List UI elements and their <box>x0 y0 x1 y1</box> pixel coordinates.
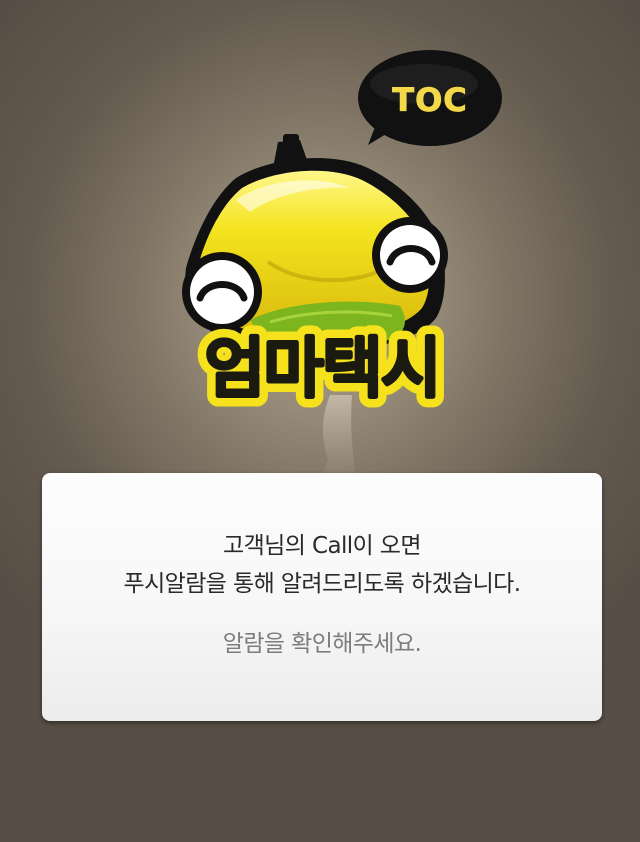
dialog-message-line-1: 고객님의 Call이 오면 <box>223 533 421 559</box>
push-alarm-dialog: 고객님의 Call이 오면 푸시알람을 통해 알려드리도록 하겠습니다. 알람을… <box>42 473 602 721</box>
speech-bubble-icon: TOC <box>358 50 502 146</box>
right-eye-icon <box>372 217 448 293</box>
speech-bubble-text: TOC <box>392 81 468 119</box>
road-icon <box>322 395 356 476</box>
taxi-icon <box>182 134 448 352</box>
dialog-hint-text: 알람을 확인해주세요. <box>222 631 422 657</box>
left-eye-icon <box>182 252 262 332</box>
dialog-message-line-2: 푸시알람을 통해 알려드리도록 하겠습니다. <box>123 571 522 597</box>
brand-name: 엄마택시 <box>205 330 440 407</box>
